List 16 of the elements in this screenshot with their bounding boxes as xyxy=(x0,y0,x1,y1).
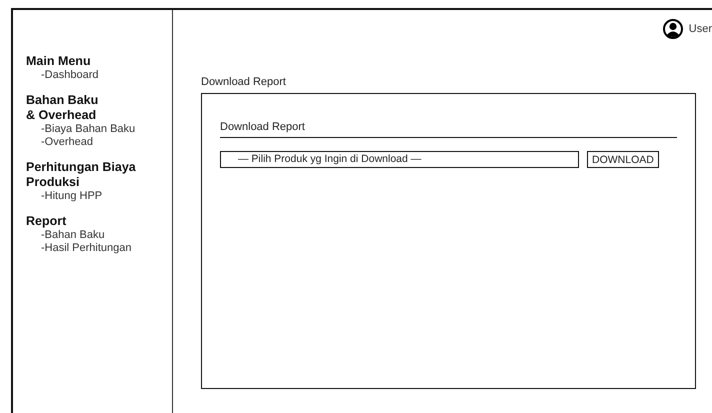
panel-title: Download Report xyxy=(220,121,677,138)
product-select[interactable]: — Pilih Produk yg Ingin di Download — xyxy=(220,151,579,168)
menu-item[interactable]: -Biaya Bahan Baku xyxy=(26,123,172,136)
menu-item[interactable]: -Bahan Baku xyxy=(26,229,172,242)
menu-heading: Main Menu xyxy=(26,54,92,69)
menu-heading: Perhitungan Biaya Produksi xyxy=(26,160,137,190)
user-label[interactable]: User xyxy=(688,23,712,35)
menu-item[interactable]: -Overhead xyxy=(26,136,172,149)
menu-item[interactable]: -Dashboard xyxy=(26,69,172,82)
download-button[interactable]: DOWNLOAD xyxy=(587,151,659,168)
user-icon[interactable] xyxy=(662,19,683,39)
menu-item[interactable]: -Hitung HPP xyxy=(26,190,172,203)
page-title: Download Report xyxy=(201,76,287,88)
menu-item[interactable]: -Hasil Perhitungan xyxy=(26,242,172,255)
menu-heading: Bahan Baku & Overhead xyxy=(26,93,100,123)
menu-heading: Report xyxy=(26,214,68,229)
